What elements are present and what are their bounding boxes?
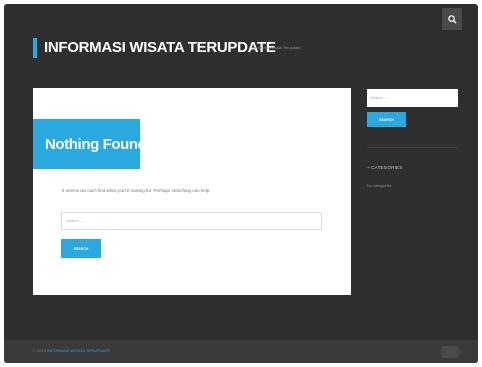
sidebar-divider	[367, 147, 458, 148]
sidebar-search-button[interactable]: SEARCH	[367, 112, 406, 127]
header-search-button[interactable]	[442, 8, 462, 30]
footer-credit: © 2016 INFORMASI WISATA TERUPDATE	[33, 348, 110, 353]
search-input[interactable]: Search ...	[61, 212, 322, 230]
sidebar-search-input[interactable]: Search ...	[367, 89, 458, 107]
search-button[interactable]: SEARCH	[61, 239, 101, 258]
footer: © 2016 INFORMASI WISATA TERUPDATE	[4, 340, 478, 363]
brand-accent-bar	[33, 38, 37, 58]
page-title: Nothing Found	[45, 135, 147, 153]
nothing-found-banner: Nothing Found	[33, 119, 147, 169]
categories-heading: + CATEGORIES	[367, 165, 403, 170]
search-icon	[447, 14, 457, 24]
content-card: Nothing Found It seems we can't find wha…	[33, 88, 351, 295]
categories-empty-text: No categories	[367, 183, 392, 188]
site-title[interactable]: INFORMASI WISATA TERUPDATE	[44, 39, 276, 56]
site-tagline: Informasi Wisata Terupdate	[252, 45, 301, 50]
back-to-top-button[interactable]	[441, 346, 459, 358]
footer-copyright: © 2016	[33, 348, 46, 353]
footer-site-link[interactable]: INFORMASI WISATA TERUPDATE	[47, 348, 110, 353]
page-frame: INFORMASI WISATA TERUPDATE Informasi Wis…	[4, 4, 478, 363]
not-found-message: It seems we can't find what you're looki…	[62, 188, 211, 193]
